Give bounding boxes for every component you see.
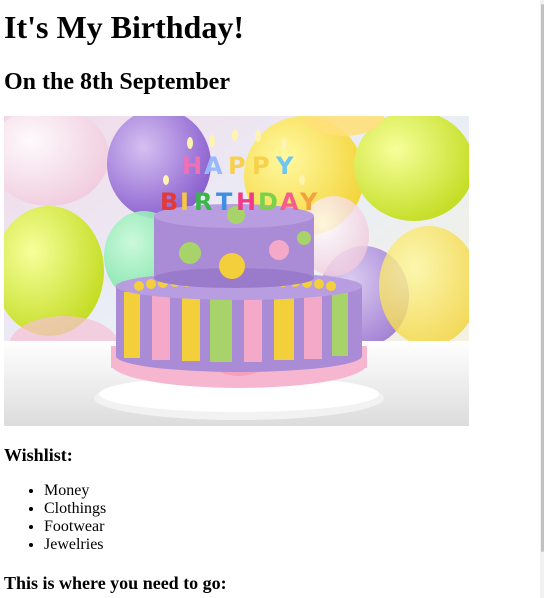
candle-letter: Y [299, 188, 318, 216]
candle-letter: P [252, 152, 270, 180]
candle-letter: A [204, 152, 223, 180]
candle-letter: P [228, 152, 246, 180]
vertical-scrollbar[interactable] [540, 0, 544, 598]
candle-letter: I [180, 188, 189, 216]
wishlist-item: Clothings [44, 500, 534, 518]
candle-letter: T [216, 188, 233, 216]
candle-letter: Y [275, 152, 294, 180]
directions-heading: This is where you need to go: [4, 573, 227, 593]
wishlist-heading: Wishlist: [4, 445, 73, 465]
page: It's My Birthday! On the 8th September H… [4, 0, 534, 594]
wishlist-item: Jewelries [44, 536, 534, 554]
candle-letter: H [182, 152, 202, 180]
wishlist: Money Clothings Footwear Jewelries [4, 482, 534, 554]
wishlist-item: Money [44, 482, 534, 500]
candle-letter: A [280, 188, 299, 216]
candle-letter: D [258, 188, 278, 216]
birthday-date-heading: On the 8th September [4, 69, 230, 95]
candle-letter: H [236, 188, 256, 216]
candle-letter: B [160, 188, 178, 216]
page-title: It's My Birthday! [4, 9, 244, 45]
birthday-cake-image: H A P P Y B I R T H D A Y [4, 116, 469, 426]
candle-letter: R [194, 188, 212, 216]
wishlist-item: Footwear [44, 518, 534, 536]
